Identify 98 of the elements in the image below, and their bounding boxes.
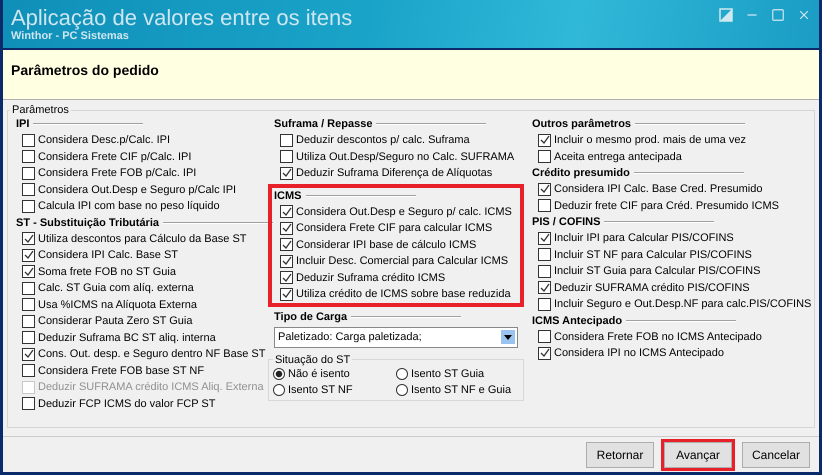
caret-icon: [501, 330, 515, 344]
checkbox[interactable]: [22, 232, 35, 246]
checkbox-label: Utiliza descontos para Cálculo da Base ST: [38, 232, 246, 245]
checkbox-label: Considera Frete CIF p/Calc. IPI: [38, 150, 192, 163]
checkbox[interactable]: [22, 298, 35, 312]
checkbox-label: Considera IPI Calc. Base Cred. Presumido: [554, 183, 762, 196]
checkbox-label: Cons. Out. desp. e Seguro dentro NF Base ST: [38, 348, 266, 360]
checkbox[interactable]: [22, 265, 35, 278]
checkbox[interactable]: [538, 182, 551, 196]
dialog-button[interactable]: Retornar: [586, 442, 654, 468]
section-title: Suframa / Repasse: [274, 118, 372, 130]
checkbox-label: Considerar IPI base de cálculo ICMS: [296, 238, 476, 251]
checkbox-label: Calc. ST Guia com alíq. externa: [38, 282, 194, 294]
checkbox[interactable]: [22, 331, 35, 344]
checkbox[interactable]: [280, 205, 293, 218]
checkbox-label: Incluir Desc. Comercial para Calcular ICMS: [296, 255, 508, 268]
checkbox-label: Calcula IPI com base no peso líquido: [38, 200, 220, 212]
dialog-button[interactable]: Avançar: [664, 442, 732, 468]
checkbox-label: Considera Out.Desp e Seguro p/Calc IPI: [38, 184, 236, 196]
checkbox[interactable]: [538, 281, 551, 294]
checkbox[interactable]: [280, 271, 293, 284]
checkbox[interactable]: [22, 166, 35, 180]
checkbox-label: Utiliza Out.Desp/Seguro no Calc. SUFRAMA: [296, 150, 514, 163]
checkbox-label: Considera Frete CIF para calcular ICMS: [296, 222, 492, 234]
checkbox[interactable]: [22, 314, 35, 328]
section-title: ICMS Antecipado: [532, 314, 622, 326]
checkbox-label: Incluir o mesmo prod. mais de uma vez: [554, 134, 746, 146]
checkbox[interactable]: [22, 348, 35, 361]
checkbox[interactable]: [22, 134, 35, 147]
checkbox-label: Considera IPI no ICMS Antecipado: [554, 347, 724, 360]
checkbox[interactable]: [22, 183, 35, 196]
checkbox[interactable]: [538, 346, 551, 360]
checkbox[interactable]: [280, 222, 293, 235]
checkbox[interactable]: [538, 330, 551, 344]
section-title: ST - Substituição Tributária: [16, 216, 160, 228]
radio-label: Não é isento: [288, 368, 350, 380]
checkbox-label: Deduzir descontos p/ calc. Suframa: [296, 134, 470, 146]
checkbox-label: Considera IPI Calc. Base ST: [38, 249, 178, 262]
checkbox[interactable]: [538, 298, 551, 311]
radio-label: Isento ST NF e Guia: [411, 384, 512, 396]
checkbox-label: Aceita entrega antecipada: [554, 150, 682, 163]
group-title: Parâmetros: [11, 104, 70, 116]
section-title: ICMS: [274, 190, 302, 202]
checkbox-label: Considera Frete FOB p/Calc. IPI: [38, 167, 196, 180]
radio-button[interactable]: [396, 384, 408, 396]
section-title: Tipo de Carga: [274, 310, 348, 322]
section-title: PIS / COFINS: [532, 216, 600, 228]
checkbox-label: Incluir ST Guia para Calcular PIS/COFINS: [554, 265, 760, 278]
section-title: IPI: [16, 118, 30, 130]
checkbox-label: Deduzir Suframa Diferença de Alíquotas: [296, 167, 492, 180]
checkbox[interactable]: [538, 264, 551, 278]
checkbox-label: Considerar Pauta Zero ST Guia: [38, 315, 192, 328]
checkbox-label: Deduzir SUFRAMA crédito ICMS Aliq. Externa: [38, 381, 264, 394]
checkbox-label: Deduzir Suframa BC ST aliq. interna: [38, 332, 216, 344]
checkbox-label: Considera Desc.p/Calc. IPI: [38, 134, 170, 146]
checkbox-label: Usa %ICMS na Alíquota Externa: [38, 298, 197, 311]
dropdown[interactable]: Paletizado: Carga paletizada;: [274, 326, 518, 348]
checkbox-label: Considera Out.Desp e Seguro p/ calc. ICMS: [296, 206, 512, 218]
window-subtitle: Winthor - PC Sistemas: [11, 30, 130, 42]
group-title: Situação do ST: [274, 354, 352, 366]
checkbox-label: Utiliza crédito de ICMS sobre base reduzida: [296, 288, 511, 300]
radio-label: Isento ST Guia: [411, 368, 484, 380]
checkbox[interactable]: [538, 248, 551, 262]
checkbox[interactable]: [22, 364, 35, 378]
checkbox-label: Incluir IPI para Calcular PIS/COFINS: [554, 232, 734, 244]
checkbox[interactable]: [280, 150, 293, 164]
checkbox-label: Incluir Seguro e Out.Desp.NF para calc.PIS/COFINS: [554, 298, 812, 310]
window-title: Aplicação de valores entre os itens: [11, 6, 352, 30]
checkbox[interactable]: [280, 134, 293, 147]
checkbox[interactable]: [22, 200, 35, 213]
radio-button[interactable]: [273, 384, 285, 396]
checkbox[interactable]: [22, 150, 35, 164]
checkbox[interactable]: [538, 134, 551, 147]
section-title: Crédito presumido: [532, 167, 630, 179]
checkbox[interactable]: [538, 232, 551, 245]
dialog-button[interactable]: Cancelar: [742, 442, 810, 468]
radio-label: Isento ST NF: [288, 384, 353, 396]
header-title: Parâmetros do pedido: [11, 62, 160, 78]
checkbox[interactable]: [538, 150, 551, 164]
checkbox-label: Considera Frete FOB base ST NF: [38, 364, 204, 377]
checkbox[interactable]: [22, 397, 35, 410]
checkbox-label: Deduzir FCP ICMS do valor FCP ST: [38, 398, 216, 410]
checkbox[interactable]: [22, 248, 35, 262]
checkbox[interactable]: [22, 282, 35, 295]
checkbox[interactable]: [280, 288, 293, 301]
checkbox[interactable]: [280, 254, 293, 268]
section-title: Outros parâmetros: [532, 118, 632, 130]
checkbox-label: Deduzir Suframa crédito ICMS: [296, 272, 446, 284]
radio-button[interactable]: [396, 368, 408, 380]
checkbox-label: Deduzir SUFRAMA crédito PIS/COFINS: [554, 282, 750, 294]
checkbox-label: Soma frete FOB no ST Guia: [38, 266, 176, 278]
checkbox[interactable]: [280, 166, 293, 180]
radio-button[interactable]: [273, 368, 285, 380]
checkbox[interactable]: [538, 199, 551, 212]
checkbox-label: Incluir ST NF para Calcular PIS/COFINS: [554, 248, 752, 261]
checkbox-label: Considera Frete FOB no ICMS Antecipado: [554, 330, 762, 343]
checkbox[interactable]: [280, 238, 293, 252]
checkbox-label: Deduzir frete CIF para Créd. Presumido ICMS: [554, 200, 779, 212]
